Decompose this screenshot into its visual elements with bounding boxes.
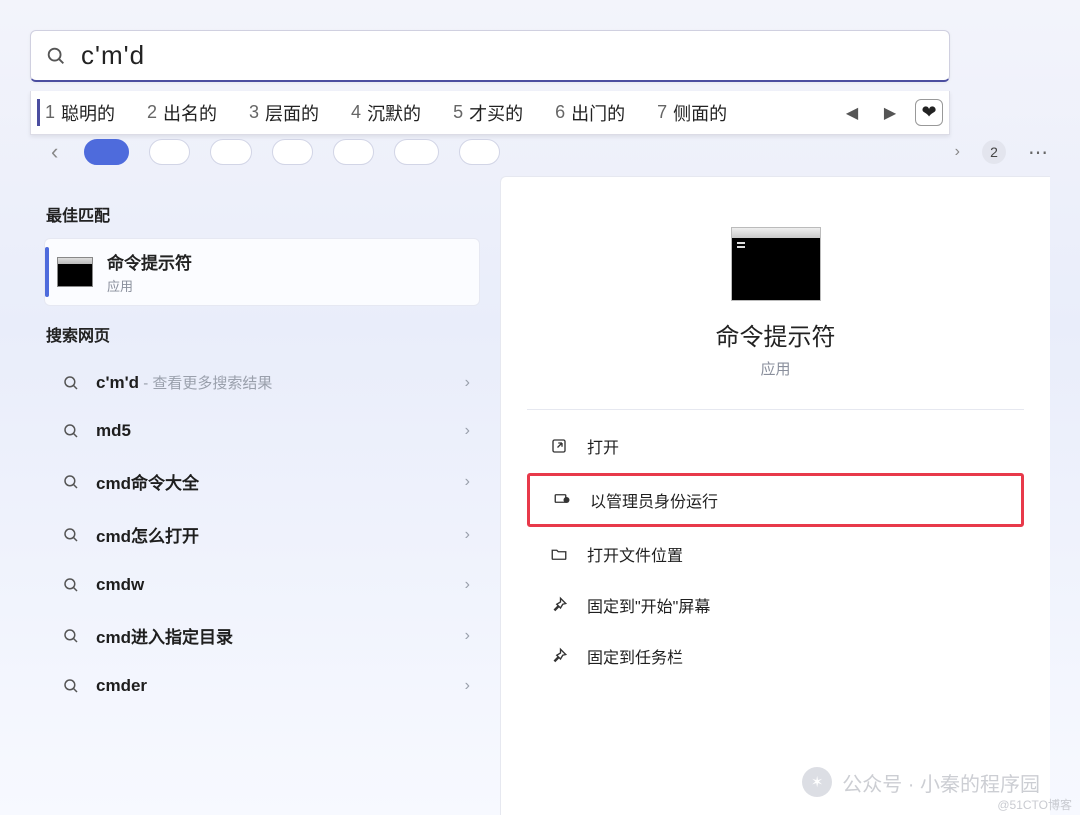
action-label: 以管理员身份运行 <box>590 488 718 512</box>
filter-pill[interactable] <box>149 139 190 165</box>
ime-candidate[interactable]: 1 聪明的 <box>31 91 133 134</box>
web-search-item[interactable]: md5 › <box>44 407 480 455</box>
back-icon[interactable]: ‹ <box>45 139 64 165</box>
ime-candidate-word: 聪明的 <box>61 100 115 126</box>
watermark: ✶ 公众号 · 小秦的程序园 <box>802 767 1040 797</box>
ime-candidate-num: 1 <box>45 102 55 123</box>
action-label: 固定到"开始"屏幕 <box>587 593 710 617</box>
pin-icon <box>549 595 569 615</box>
action-pin-to-taskbar[interactable]: 固定到任务栏 <box>527 632 1024 680</box>
app-title: 命令提示符 <box>521 317 1030 352</box>
best-match-heading: 最佳匹配 <box>46 202 478 226</box>
web-search-item[interactable]: cmder › <box>44 662 480 710</box>
web-search-item[interactable]: cmd命令大全 › <box>44 455 480 508</box>
chevron-right-icon: › <box>465 422 470 440</box>
search-icon <box>62 627 80 645</box>
details-right-panel: 命令提示符 应用 打开 以管理员身份运行 打开文件位置 固定到"开始"屏幕 固定… <box>500 176 1050 815</box>
web-search-item[interactable]: cmdw › <box>44 561 480 609</box>
action-label: 打开 <box>587 434 619 458</box>
open-icon <box>549 436 569 456</box>
footer-watermark: @51CTO博客 <box>997 796 1072 813</box>
web-search-item[interactable]: cmd怎么打开 › <box>44 508 480 561</box>
chevron-right-icon[interactable]: › <box>955 143 960 161</box>
action-pin-to-start[interactable]: 固定到"开始"屏幕 <box>527 581 1024 629</box>
ime-candidate[interactable]: 4 沉默的 <box>337 91 439 134</box>
chevron-right-icon: › <box>465 526 470 544</box>
search-filter-row: ‹ › 2 ⋯ <box>45 136 1050 168</box>
action-open-file-location[interactable]: 打开文件位置 <box>527 530 1024 578</box>
app-icon <box>731 227 821 301</box>
pin-icon <box>549 646 569 666</box>
filter-pill[interactable] <box>459 139 500 165</box>
ime-candidate[interactable]: 6 出门的 <box>541 91 643 134</box>
search-bar[interactable] <box>30 30 950 82</box>
search-icon <box>62 677 80 695</box>
search-web-heading: 搜索网页 <box>46 322 478 346</box>
cmd-icon <box>57 257 93 287</box>
action-open[interactable]: 打开 <box>527 422 1024 470</box>
search-icon <box>62 422 80 440</box>
action-label: 打开文件位置 <box>587 542 683 566</box>
chevron-right-icon: › <box>465 627 470 645</box>
ime-next-page[interactable]: ▶ <box>871 103 909 123</box>
search-icon <box>62 473 80 491</box>
ime-candidate-bar: 1 聪明的 2 出名的 3 层面的 4 沉默的 5 才买的 6 出门的 7 侧面… <box>30 91 950 135</box>
search-icon <box>62 526 80 544</box>
best-match-subtitle: 应用 <box>107 276 192 295</box>
chevron-right-icon: › <box>465 473 470 491</box>
folder-icon <box>549 544 569 564</box>
notifications-badge[interactable]: 2 <box>982 140 1006 164</box>
ime-candidate[interactable]: 5 才买的 <box>439 91 541 134</box>
app-subtitle: 应用 <box>521 358 1030 379</box>
filter-pill[interactable] <box>84 139 129 165</box>
ime-toolbox-icon[interactable]: ❤ <box>909 99 949 126</box>
web-search-item[interactable]: c'm'd - 查看更多搜索结果 › <box>44 358 480 407</box>
ime-candidate[interactable]: 3 层面的 <box>235 91 337 134</box>
results-left-panel: 最佳匹配 命令提示符 应用 搜索网页 c'm'd - 查看更多搜索结果 › md… <box>30 176 490 815</box>
filter-pill[interactable] <box>210 139 251 165</box>
ime-prev-page[interactable]: ◀ <box>833 103 871 123</box>
best-match-item[interactable]: 命令提示符 应用 <box>44 238 480 306</box>
action-label: 固定到任务栏 <box>587 644 683 668</box>
shield-icon <box>552 490 572 510</box>
filter-pill[interactable] <box>272 139 313 165</box>
search-icon <box>62 374 80 392</box>
ime-candidate[interactable]: 2 出名的 <box>133 91 235 134</box>
chevron-right-icon: › <box>465 374 470 392</box>
action-run-as-admin[interactable]: 以管理员身份运行 <box>527 473 1024 527</box>
wechat-icon: ✶ <box>802 767 832 797</box>
ime-candidate[interactable]: 7 侧面的 <box>643 91 745 134</box>
search-icon <box>62 576 80 594</box>
divider <box>527 409 1024 410</box>
search-input[interactable] <box>81 40 935 71</box>
chevron-right-icon: › <box>465 677 470 695</box>
search-icon <box>45 45 67 67</box>
more-icon[interactable]: ⋯ <box>1028 140 1050 165</box>
filter-pill[interactable] <box>333 139 374 165</box>
chevron-right-icon: › <box>465 576 470 594</box>
filter-pill[interactable] <box>394 139 439 165</box>
best-match-title: 命令提示符 <box>107 249 192 274</box>
web-search-item[interactable]: cmd进入指定目录 › <box>44 609 480 662</box>
